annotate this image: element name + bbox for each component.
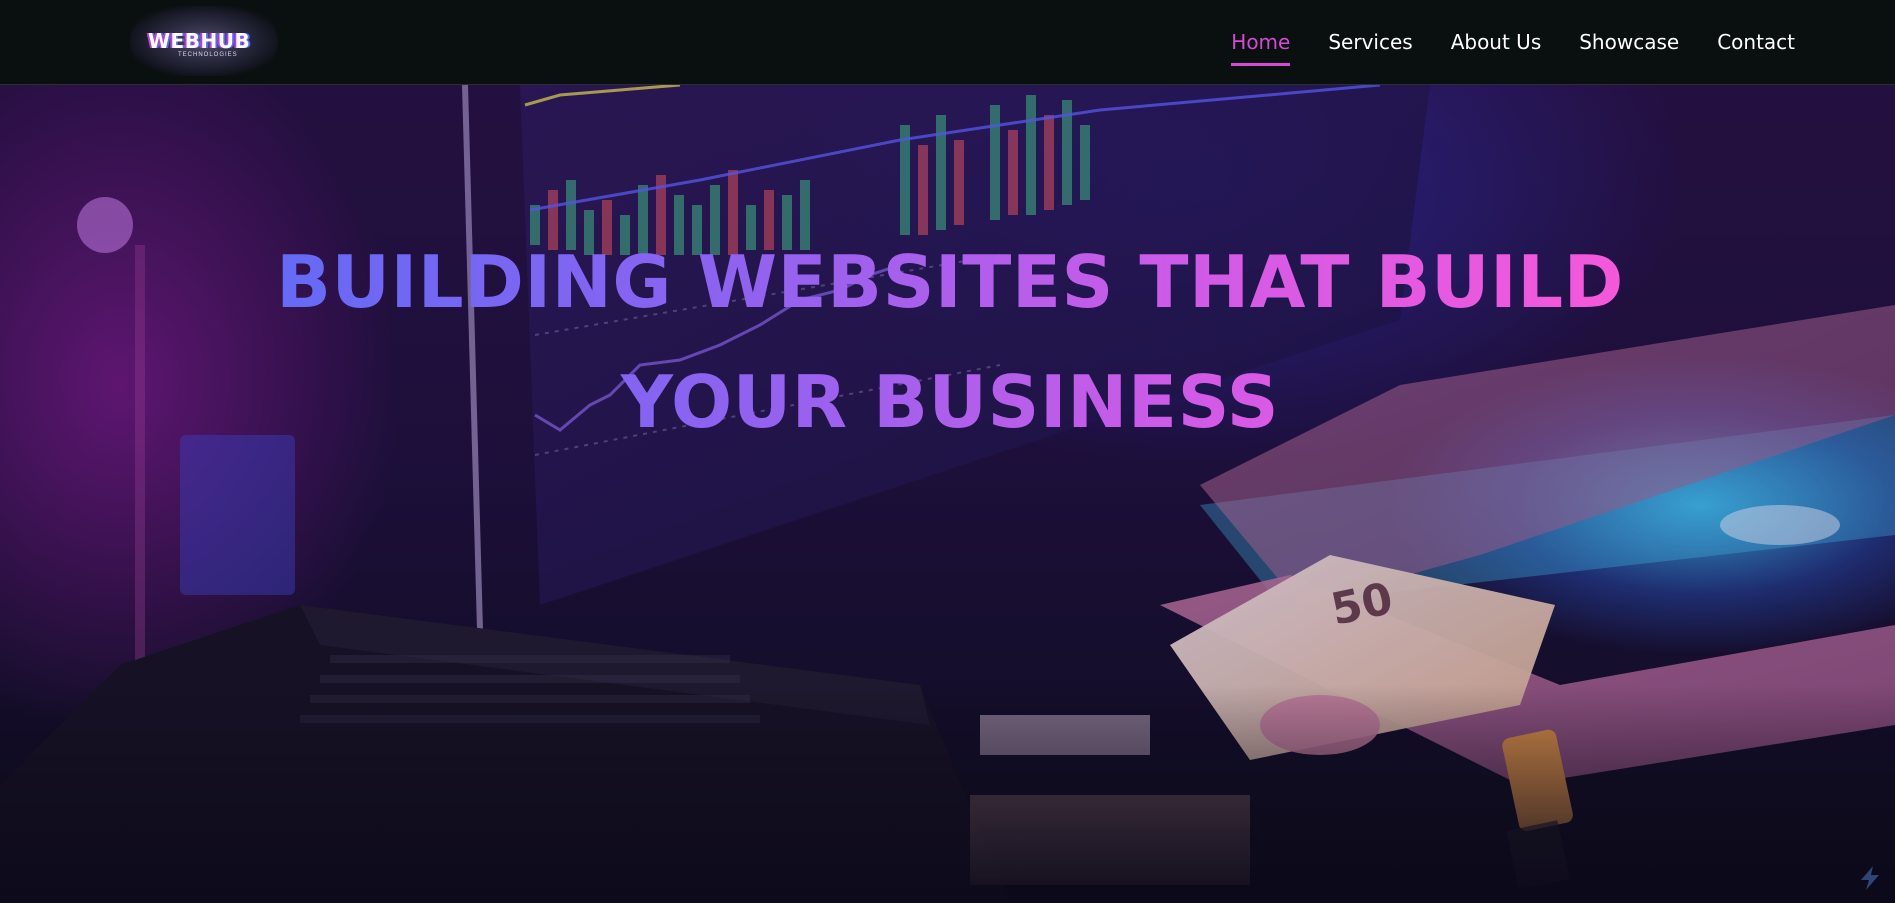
- logo-mark: WEBHUB: [148, 29, 251, 53]
- nav-item-showcase[interactable]: Showcase: [1579, 30, 1679, 54]
- logo-subtitle: TECHNOLOGIES: [178, 52, 238, 58]
- hero-section: 50 BUILDING WEBSITES THAT BUILD YOUR BUS…: [0, 85, 1895, 903]
- nav-item-contact[interactable]: Contact: [1717, 30, 1795, 54]
- main-nav: Home Services About Us Showcase Contact: [1231, 0, 1795, 84]
- page: WEBHUB TECHNOLOGIES Home Services About …: [0, 0, 1895, 903]
- site-header: WEBHUB TECHNOLOGIES Home Services About …: [0, 0, 1895, 85]
- hero-headline: BUILDING WEBSITES THAT BUILD YOUR BUSINE…: [160, 222, 1740, 462]
- nav-item-home[interactable]: Home: [1231, 30, 1291, 66]
- nav-item-services[interactable]: Services: [1328, 30, 1412, 54]
- brand-logo[interactable]: WEBHUB TECHNOLOGIES: [130, 6, 278, 76]
- hero-background-image: 50: [0, 85, 1895, 903]
- nav-item-about-us[interactable]: About Us: [1451, 30, 1542, 54]
- corner-badge-icon[interactable]: [1855, 863, 1885, 893]
